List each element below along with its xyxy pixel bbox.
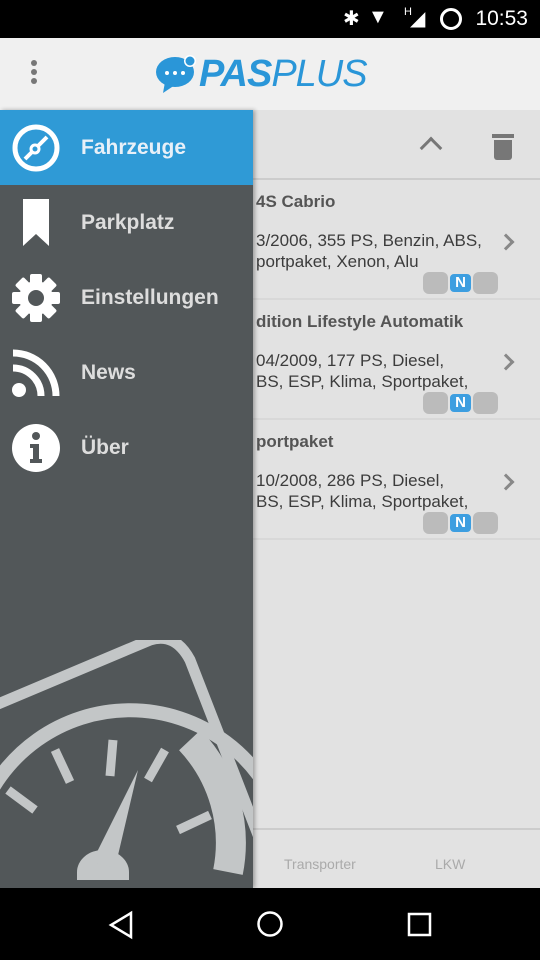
badge-new: N [448,512,473,534]
vehicle-desc: 10/2008, 286 PS, Diesel, BS, ESP, Klima,… [256,471,469,511]
info-icon [12,423,60,472]
chat-bubble-icon [156,55,196,93]
drawer-item-ueber[interactable]: Über [0,410,253,485]
trash-icon[interactable] [492,134,514,160]
drawer-item-einstellungen[interactable]: Einstellungen [0,260,253,335]
badges: N [423,272,498,294]
chevron-right-icon [497,233,515,251]
badge-new: N [448,272,473,294]
drawer-item-label: Einstellungen [81,285,219,309]
status-bar: ✱ ▼ H ◢ 10:53 [0,0,540,38]
drawer-item-label: Über [81,435,129,459]
home-icon[interactable] [256,910,284,938]
wifi-alert-icon: ▼ [368,6,388,28]
overflow-menu-icon[interactable] [26,60,42,90]
badges: N [423,512,498,534]
drawer-item-fahrzeuge[interactable]: Fahrzeuge [0,110,253,185]
drawer-item-label: News [81,360,136,384]
clock: 10:53 [475,7,528,30]
tab-transporter[interactable]: Transporter [284,856,356,872]
signal-icon: ◢ [410,8,426,30]
logo-text-plus: PLUS [271,52,367,95]
drawer-item-parkplatz[interactable]: Parkplatz [0,185,253,260]
gear-icon [12,273,60,322]
bookmark-icon [23,198,49,246]
back-icon[interactable] [108,910,134,940]
vehicle-title: dition Lifestyle Automatik [256,312,464,331]
speedometer-watermark-icon [0,640,253,880]
recents-icon[interactable] [407,912,433,938]
collapse-icon[interactable] [419,136,443,160]
chevron-right-icon [497,473,515,491]
app-bar: PAS PLUS [0,38,540,110]
drawer-item-label: Fahrzeuge [81,135,187,159]
badge-new: N [448,392,473,414]
speedometer-icon [12,124,60,171]
vehicle-desc: 04/2009, 177 PS, Diesel, BS, ESP, Klima,… [256,351,469,391]
chevron-right-icon [497,353,515,371]
drawer-item-label: Parkplatz [81,210,175,234]
logo-text-pas: PAS [199,52,272,95]
vehicle-title: portpaket [256,432,334,451]
drawer-item-news[interactable]: News [0,335,253,410]
sync-icon [440,8,462,30]
system-nav-bar [0,888,540,960]
rss-icon [12,349,60,397]
vehicle-desc: 3/2006, 355 PS, Benzin, ABS, portpaket, … [256,231,482,271]
tab-lkw[interactable]: LKW [435,856,465,872]
navigation-drawer: Fahrzeuge Parkplatz Einstellungen News Ü… [0,110,253,888]
vehicle-title: 4S Cabrio [256,192,336,211]
bluetooth-icon: ✱ [343,8,360,30]
pasplus-logo: PAS PLUS [155,52,368,96]
badges: N [423,392,498,414]
